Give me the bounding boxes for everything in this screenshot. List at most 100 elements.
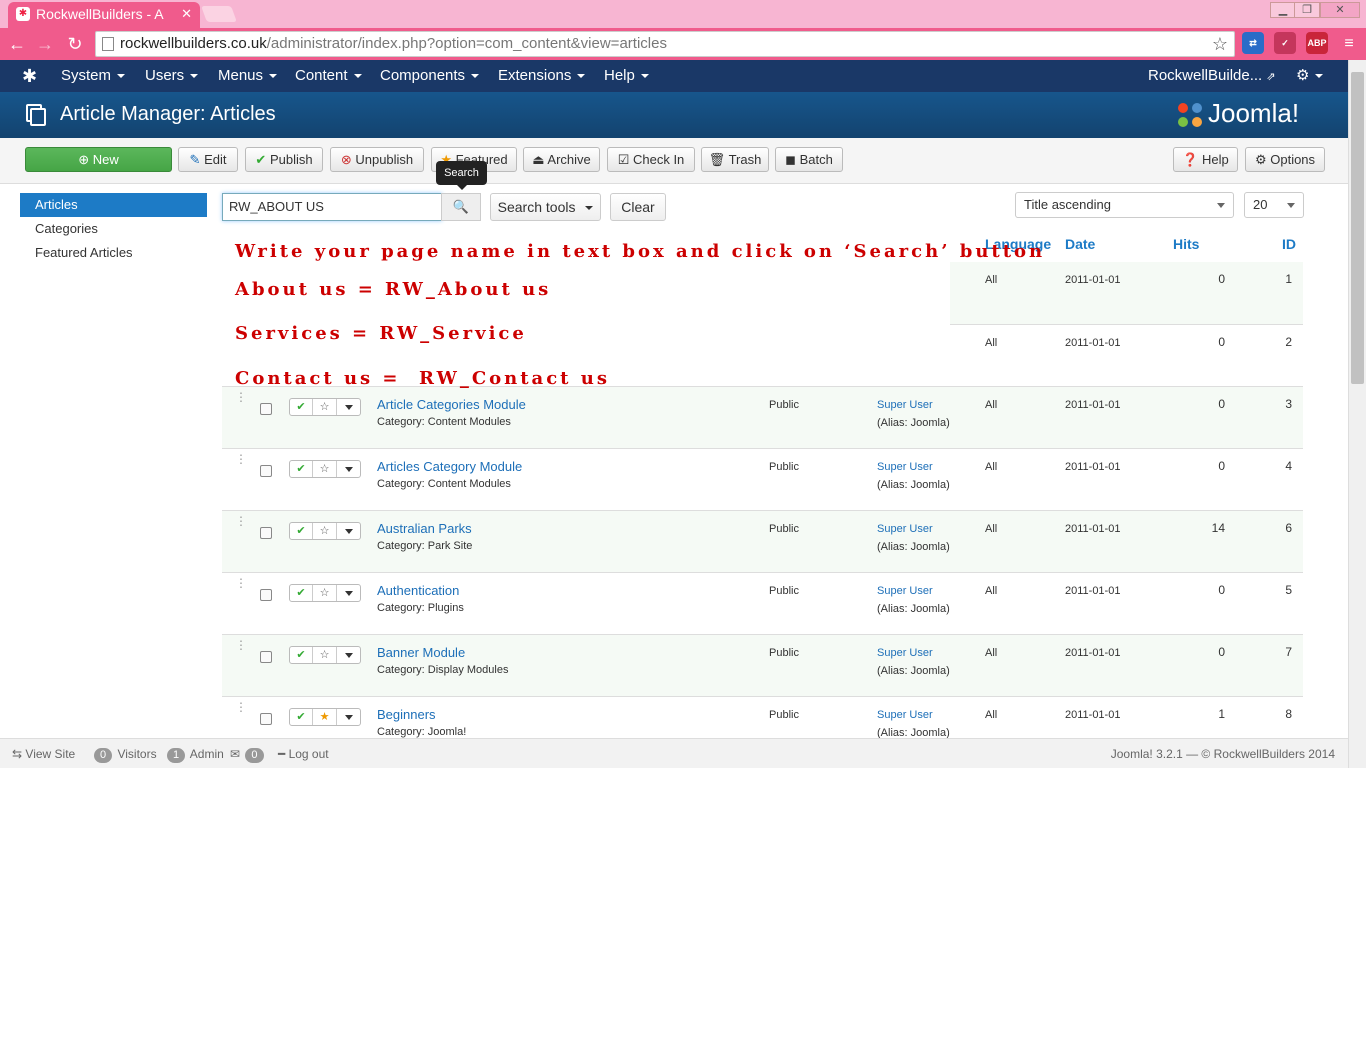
reload-icon[interactable]: ↻ bbox=[64, 33, 86, 55]
published-check-icon[interactable]: ✔ bbox=[290, 709, 313, 725]
page-scrollbar[interactable] bbox=[1348, 60, 1366, 768]
minimize-icon[interactable]: ▁ bbox=[1270, 2, 1296, 18]
forward-arrow-icon[interactable]: → bbox=[34, 33, 56, 55]
options-button[interactable]: ⚙ Options bbox=[1245, 147, 1325, 172]
trash-button[interactable]: 🗑 Trash bbox=[701, 147, 769, 172]
new-button[interactable]: ⊕ New bbox=[25, 147, 172, 172]
joomla-logo-icon[interactable]: ✱ bbox=[22, 66, 37, 87]
user-settings-menu[interactable]: ⚙ bbox=[1296, 60, 1324, 92]
row-checkbox[interactable] bbox=[260, 651, 272, 663]
help-button[interactable]: ❓ Help bbox=[1173, 147, 1238, 172]
published-check-icon[interactable]: ✔ bbox=[290, 647, 313, 663]
new-tab-button[interactable] bbox=[201, 6, 237, 22]
actions-dropdown-icon[interactable] bbox=[337, 399, 361, 415]
scrollbar-thumb[interactable] bbox=[1351, 72, 1364, 384]
sidebar-item-articles[interactable]: Articles bbox=[20, 193, 207, 217]
row-author-link[interactable]: Super User bbox=[877, 709, 933, 721]
logout-link[interactable]: ━ Log out bbox=[278, 739, 329, 769]
actions-dropdown-icon[interactable] bbox=[337, 461, 361, 477]
view-site-link[interactable]: ⇆ View Site bbox=[12, 739, 75, 769]
row-alias: (Alias: Joomla) bbox=[877, 417, 950, 429]
article-title-link[interactable]: Articles Category Module bbox=[377, 459, 522, 474]
drag-handle-icon[interactable]: ⋮ bbox=[235, 515, 247, 527]
unpublish-button[interactable]: ⊗ Unpublish bbox=[330, 147, 424, 172]
unfeatured-star-icon[interactable]: ☆ bbox=[313, 647, 337, 663]
admin-badge: 1 bbox=[167, 748, 186, 763]
archive-button[interactable]: ⏏ Archive bbox=[523, 147, 600, 172]
search-tools-button[interactable]: Search tools bbox=[490, 193, 601, 221]
search-button[interactable]: 🔍 bbox=[441, 193, 481, 221]
limit-select[interactable]: 20 bbox=[1244, 192, 1304, 218]
row-author-link[interactable]: Super User bbox=[877, 585, 933, 597]
actions-dropdown-icon[interactable] bbox=[337, 647, 361, 663]
drag-handle-icon[interactable]: ⋮ bbox=[235, 639, 247, 651]
article-title-link[interactable]: Beginners bbox=[377, 707, 436, 722]
edit-button[interactable]: ✎ Edit bbox=[178, 147, 238, 172]
publish-button[interactable]: ✔ Publish bbox=[245, 147, 323, 172]
column-hits[interactable]: Hits bbox=[1173, 236, 1199, 252]
drag-handle-icon[interactable]: ⋮ bbox=[235, 391, 247, 403]
menu-help[interactable]: Help bbox=[604, 60, 649, 92]
article-title-link[interactable]: Banner Module bbox=[377, 645, 465, 660]
menu-content[interactable]: Content bbox=[295, 60, 362, 92]
published-check-icon[interactable]: ✔ bbox=[290, 523, 313, 539]
close-window-icon[interactable]: ✕ bbox=[1320, 2, 1360, 18]
article-title-link[interactable]: Australian Parks bbox=[377, 521, 472, 536]
row-author-link[interactable]: Super User bbox=[877, 647, 933, 659]
row-checkbox[interactable] bbox=[260, 713, 272, 725]
actions-dropdown-icon[interactable] bbox=[337, 585, 361, 601]
unfeatured-star-icon[interactable]: ☆ bbox=[313, 523, 337, 539]
menu-components[interactable]: Components bbox=[380, 60, 480, 92]
actions-dropdown-icon[interactable] bbox=[337, 523, 361, 539]
close-tab-icon[interactable]: ✕ bbox=[181, 2, 192, 26]
article-title-link[interactable]: Article Categories Module bbox=[377, 397, 526, 412]
search-input[interactable]: RW_ABOUT US bbox=[222, 193, 442, 221]
check-in-label: Check In bbox=[632, 152, 685, 167]
sidebar-item-featured-articles[interactable]: Featured Articles bbox=[20, 241, 207, 265]
messages-status[interactable]: ✉ 0 bbox=[230, 739, 266, 769]
bookmark-star-icon[interactable]: ☆ bbox=[1212, 32, 1228, 56]
clear-button[interactable]: Clear bbox=[610, 193, 666, 221]
row-checkbox[interactable] bbox=[260, 527, 272, 539]
pocket-icon[interactable]: ✓ bbox=[1274, 32, 1296, 54]
batch-button[interactable]: ◼ Batch bbox=[775, 147, 843, 172]
drag-handle-icon[interactable]: ⋮ bbox=[235, 577, 247, 589]
row-author-link[interactable]: Super User bbox=[877, 523, 933, 535]
drag-handle-icon[interactable]: ⋮ bbox=[235, 453, 247, 465]
back-arrow-icon[interactable]: ← bbox=[6, 33, 28, 55]
article-title-link[interactable]: Authentication bbox=[377, 583, 459, 598]
status-button-group: ✔ ☆ bbox=[289, 646, 361, 664]
unfeatured-star-icon[interactable]: ☆ bbox=[313, 585, 337, 601]
sort-select[interactable]: Title ascending bbox=[1015, 192, 1234, 218]
chrome-menu-icon[interactable]: ≡ bbox=[1338, 33, 1360, 55]
unfeatured-star-icon[interactable]: ☆ bbox=[313, 399, 337, 415]
published-check-icon[interactable]: ✔ bbox=[290, 399, 313, 415]
menu-users[interactable]: Users bbox=[145, 60, 199, 92]
extension-sync-icon[interactable]: ⇄ bbox=[1242, 32, 1264, 54]
check-in-button[interactable]: ☑ Check In bbox=[607, 147, 695, 172]
address-bar[interactable]: rockwellbuilders.co.uk/administrator/ind… bbox=[95, 31, 1235, 57]
row-checkbox[interactable] bbox=[260, 403, 272, 415]
drag-handle-icon[interactable]: ⋮ bbox=[235, 701, 247, 713]
adblock-icon[interactable]: ABP bbox=[1306, 32, 1328, 54]
check-icon: ✔ bbox=[255, 152, 267, 167]
restore-icon[interactable]: ❐ bbox=[1294, 2, 1320, 18]
row-checkbox[interactable] bbox=[260, 589, 272, 601]
menu-system[interactable]: System bbox=[61, 60, 126, 92]
row-author-link[interactable]: Super User bbox=[877, 461, 933, 473]
featured-star-icon[interactable]: ★ bbox=[313, 709, 337, 725]
menu-extensions[interactable]: Extensions bbox=[498, 60, 586, 92]
sidebar-item-categories[interactable]: Categories bbox=[20, 217, 207, 241]
column-date[interactable]: Date bbox=[1065, 236, 1095, 252]
site-link[interactable]: RockwellBuilde... ⇗ bbox=[1148, 60, 1276, 92]
row-author-link[interactable]: Super User bbox=[877, 399, 933, 411]
column-id[interactable]: ID bbox=[1282, 236, 1296, 252]
browser-tab[interactable]: ✱ RockwellBuilders - A ✕ bbox=[8, 2, 200, 28]
unfeatured-star-icon[interactable]: ☆ bbox=[313, 461, 337, 477]
published-check-icon[interactable]: ✔ bbox=[290, 585, 313, 601]
menu-menus[interactable]: Menus bbox=[218, 60, 278, 92]
caret-icon bbox=[190, 74, 199, 79]
actions-dropdown-icon[interactable] bbox=[337, 709, 361, 725]
published-check-icon[interactable]: ✔ bbox=[290, 461, 313, 477]
row-checkbox[interactable] bbox=[260, 465, 272, 477]
